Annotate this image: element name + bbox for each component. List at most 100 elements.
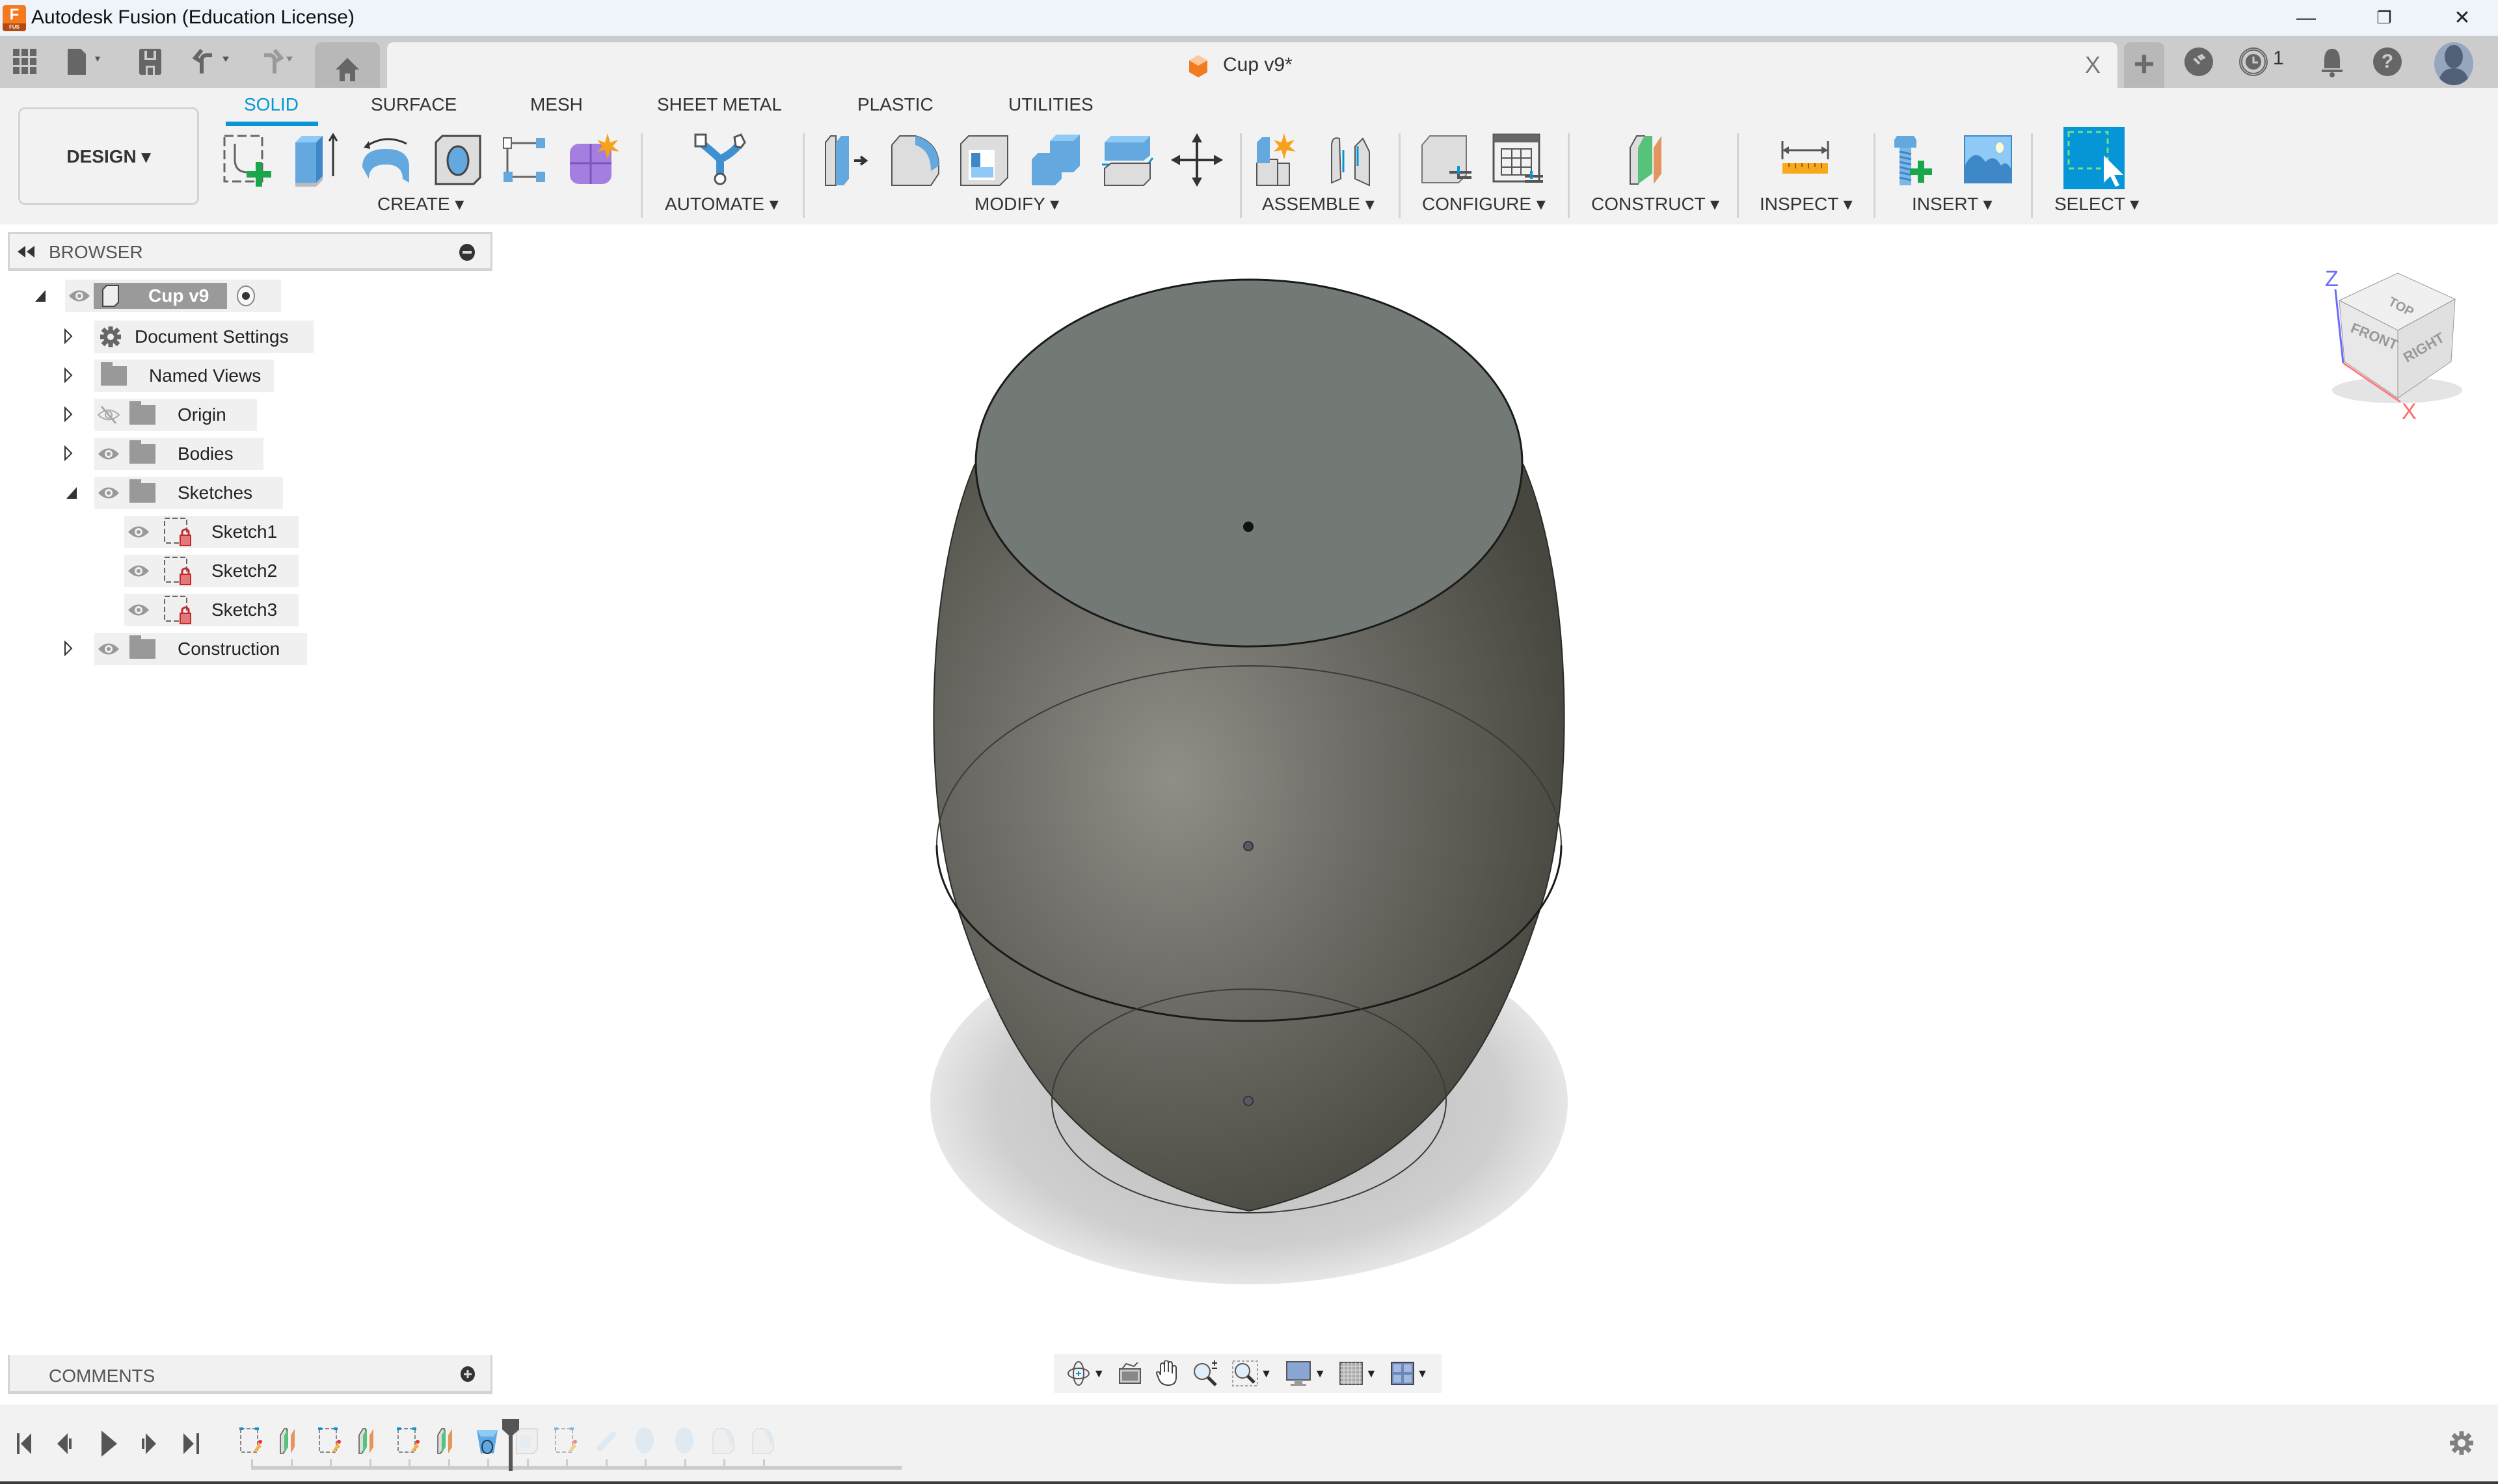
browser-header[interactable]: BROWSER bbox=[8, 232, 492, 271]
collapse-triangle-icon[interactable] bbox=[34, 289, 47, 303]
timeline-last-icon[interactable] bbox=[177, 1431, 203, 1457]
eye-icon[interactable] bbox=[94, 438, 123, 470]
timeline-feature-plane-icon[interactable] bbox=[356, 1427, 383, 1456]
tab-plastic[interactable]: PLASTIC bbox=[857, 94, 933, 115]
notifications-button[interactable] bbox=[2319, 46, 2345, 82]
grid-snaps-button[interactable]: ▼ bbox=[1339, 1362, 1377, 1385]
press-pull-button[interactable] bbox=[818, 133, 875, 187]
timeline-track[interactable] bbox=[251, 1466, 902, 1470]
browser-root-component[interactable]: Cup v9 bbox=[65, 280, 281, 312]
browser-item-bodies[interactable]: Bodies bbox=[94, 438, 263, 470]
pattern-button[interactable] bbox=[497, 133, 554, 187]
minimize-button[interactable]: — bbox=[2270, 0, 2342, 36]
hole-button[interactable] bbox=[429, 133, 487, 187]
combine-button[interactable] bbox=[1027, 133, 1084, 187]
chevron-down-icon[interactable]: ▼ bbox=[1093, 1367, 1105, 1381]
minimize-browser-icon[interactable] bbox=[459, 243, 476, 261]
zoom-button[interactable] bbox=[1192, 1360, 1218, 1386]
new-tab-button[interactable]: + bbox=[2124, 42, 2164, 88]
eye-icon[interactable] bbox=[124, 516, 153, 548]
create-form-button[interactable] bbox=[565, 133, 622, 187]
timeline-feature-plane-icon[interactable] bbox=[435, 1427, 461, 1456]
automated-modeling-button[interactable] bbox=[692, 133, 749, 187]
add-comment-icon[interactable] bbox=[460, 1366, 476, 1383]
eye-icon[interactable] bbox=[124, 594, 153, 626]
tab-utilities[interactable]: UTILITIES bbox=[1008, 94, 1094, 115]
timeline-next-icon[interactable] bbox=[137, 1431, 163, 1457]
display-settings-button[interactable]: ▼ bbox=[1285, 1360, 1326, 1386]
shell-button[interactable] bbox=[956, 133, 1013, 187]
sketch-center-point[interactable] bbox=[1243, 522, 1254, 532]
expand-triangle-icon[interactable] bbox=[64, 641, 73, 656]
timeline-feature-sketch-icon[interactable] bbox=[553, 1427, 579, 1456]
select-menu[interactable]: SELECT ▾ bbox=[2054, 193, 2139, 215]
tab-solid[interactable]: SOLID bbox=[244, 94, 299, 115]
timeline-feature-ellipsoid-icon[interactable] bbox=[632, 1427, 658, 1456]
orbit-button[interactable]: ▼ bbox=[1067, 1360, 1105, 1386]
browser-item-construction[interactable]: Construction bbox=[94, 633, 307, 665]
fit-button[interactable]: ▼ bbox=[1231, 1360, 1272, 1386]
configure-menu[interactable]: CONFIGURE ▾ bbox=[1422, 193, 1546, 215]
canvas-viewport[interactable]: TOP FRONT RIGHT Z X bbox=[0, 224, 2498, 1405]
look-at-button[interactable] bbox=[1118, 1362, 1142, 1385]
browser-item-origin[interactable]: Origin bbox=[94, 399, 257, 431]
create-menu[interactable]: CREATE ▾ bbox=[377, 193, 464, 215]
expand-triangle-icon[interactable] bbox=[64, 328, 73, 344]
expand-triangle-icon[interactable] bbox=[64, 406, 73, 422]
move-copy-button[interactable] bbox=[1168, 133, 1226, 187]
restore-button[interactable]: ❐ bbox=[2348, 0, 2420, 36]
offset-plane-button[interactable] bbox=[1625, 133, 1682, 187]
eye-icon[interactable] bbox=[65, 280, 94, 312]
joint-button[interactable] bbox=[1324, 133, 1381, 187]
browser-item-sketch3[interactable]: Sketch3 bbox=[124, 594, 299, 626]
configure-model-button[interactable] bbox=[1418, 133, 1475, 187]
create-sketch-button[interactable] bbox=[218, 133, 275, 187]
view-cube[interactable]: TOP FRONT RIGHT Z X bbox=[2316, 254, 2485, 424]
chevron-down-icon[interactable]: ▼ bbox=[1261, 1367, 1272, 1381]
timeline-feature-sketch-icon[interactable] bbox=[317, 1427, 343, 1456]
timeline-feature-loft-icon[interactable] bbox=[474, 1427, 500, 1456]
insert-menu[interactable]: INSERT ▾ bbox=[1912, 193, 1993, 215]
tab-sheet-metal[interactable]: SHEET METAL bbox=[657, 94, 782, 115]
file-menu-button[interactable] bbox=[66, 47, 105, 76]
timeline-first-icon[interactable] bbox=[14, 1431, 40, 1457]
timeline-settings-icon[interactable] bbox=[2449, 1431, 2474, 1455]
browser-item-named-views[interactable]: Named Views bbox=[94, 360, 274, 392]
cup-top-face[interactable] bbox=[974, 278, 1524, 648]
pan-button[interactable] bbox=[1155, 1360, 1179, 1386]
eye-icon[interactable] bbox=[94, 477, 123, 509]
chevron-down-icon[interactable]: ▼ bbox=[1417, 1367, 1429, 1381]
home-tab[interactable] bbox=[315, 42, 380, 88]
timeline-previous-icon[interactable] bbox=[55, 1431, 81, 1457]
user-avatar[interactable] bbox=[2434, 42, 2473, 85]
viewports-button[interactable]: ▼ bbox=[1390, 1362, 1429, 1385]
tab-surface[interactable]: SURFACE bbox=[371, 94, 457, 115]
collapse-browser-icon[interactable] bbox=[18, 246, 34, 258]
expand-triangle-icon[interactable] bbox=[64, 445, 73, 461]
sketch-center-point[interactable] bbox=[1243, 1096, 1254, 1106]
workspace-switcher[interactable]: DESIGN ▾ bbox=[18, 107, 199, 205]
close-tab-button[interactable]: X bbox=[2085, 51, 2101, 79]
undo-button[interactable] bbox=[193, 47, 239, 76]
timeline-feature-fillet-icon[interactable] bbox=[710, 1427, 736, 1456]
save-button[interactable] bbox=[139, 47, 161, 76]
window-select-button[interactable] bbox=[2063, 127, 2125, 189]
data-panel-button[interactable] bbox=[13, 47, 36, 76]
eye-hidden-icon[interactable] bbox=[94, 399, 123, 431]
browser-item-sketch1[interactable]: Sketch1 bbox=[124, 516, 299, 548]
timeline-feature-sketch-icon[interactable] bbox=[238, 1427, 264, 1456]
timeline-feature-ellipsoid-icon[interactable] bbox=[671, 1427, 697, 1456]
close-window-button[interactable]: ✕ bbox=[2426, 0, 2498, 36]
activate-radio-icon[interactable] bbox=[236, 285, 256, 307]
timeline-marker[interactable] bbox=[502, 1419, 519, 1471]
extrude-button[interactable] bbox=[290, 133, 347, 187]
split-body-button[interactable] bbox=[1099, 133, 1157, 187]
collapse-triangle-icon[interactable] bbox=[65, 486, 78, 500]
timeline-feature-pipe-icon[interactable] bbox=[593, 1427, 619, 1456]
model-canvas[interactable] bbox=[0, 224, 2498, 1405]
insert-canvas-button[interactable] bbox=[1959, 133, 2017, 187]
help-button[interactable]: ? bbox=[2373, 47, 2402, 76]
construct-menu[interactable]: CONSTRUCT ▾ bbox=[1591, 193, 1719, 215]
tab-mesh[interactable]: MESH bbox=[530, 94, 583, 115]
modify-menu[interactable]: MODIFY ▾ bbox=[974, 193, 1059, 215]
